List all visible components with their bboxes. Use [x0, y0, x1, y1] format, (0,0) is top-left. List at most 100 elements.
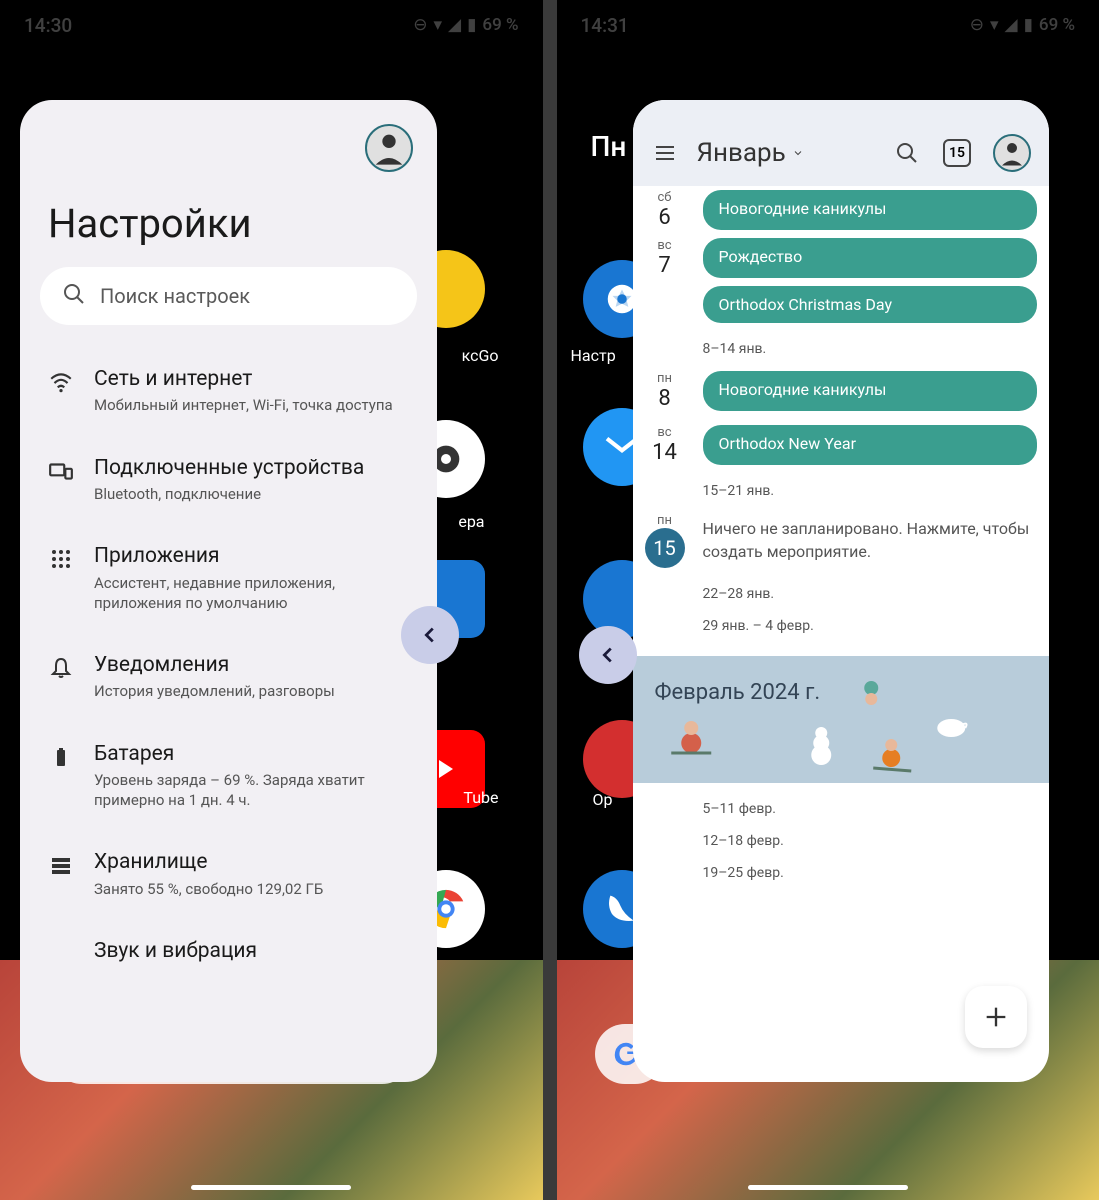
week-range-label: 15–21 янв. — [633, 469, 1050, 509]
battery-percent: 69 % — [482, 15, 518, 35]
month-label: Январь — [697, 138, 786, 168]
status-bar: 14:31 ⊖ ▾ ◢ ▮ 69 % — [557, 0, 1099, 50]
settings-item-sub: История уведомлений, разговоры — [94, 681, 411, 701]
chevron-down-icon — [792, 147, 804, 159]
page-title: Настройки — [48, 200, 409, 247]
status-time: 14:30 — [24, 14, 72, 37]
profile-avatar[interactable] — [365, 124, 413, 172]
phone-left: 14:30 ⊖ ▾ ◢ ▮ 69 % ксGo ера Tube — [0, 0, 543, 1200]
calendar-header: Январь 15 — [633, 100, 1050, 186]
settings-item-sub: Ассистент, недавние приложения, приложен… — [94, 573, 411, 614]
settings-item-connected[interactable]: Подключенные устройства Bluetooth, подкл… — [34, 436, 423, 523]
settings-item-label: Приложения — [94, 542, 411, 570]
search-icon[interactable] — [893, 139, 921, 167]
settings-item-battery[interactable]: Батарея Уровень заряда – 69 %. Заряда хв… — [34, 722, 423, 829]
event-pill[interactable]: Новогодние каникулы — [703, 190, 1038, 230]
event-pill[interactable]: Рождество — [703, 238, 1038, 278]
settings-item-label: Батарея — [94, 740, 411, 768]
search-icon — [62, 282, 86, 311]
winter-illustration — [633, 673, 1050, 783]
menu-icon[interactable] — [651, 139, 679, 167]
month-selector[interactable]: Январь — [697, 138, 876, 168]
day-of-week: вс — [641, 238, 689, 253]
bg-day-label: Пн — [591, 130, 627, 163]
calendar-day-row[interactable]: вс 7 Рождество — [633, 234, 1050, 282]
day-of-week: вс — [641, 425, 689, 440]
settings-item-sub: Занято 55 %, свободно 129,02 ГБ — [94, 879, 411, 899]
bg-app-label: Op — [593, 790, 613, 809]
week-range-label: 5–11 февр. — [633, 783, 1050, 827]
status-time: 14:31 — [581, 14, 629, 37]
settings-item-label: Хранилище — [94, 848, 411, 876]
battery-icon: ▮ — [467, 15, 476, 35]
event-pill[interactable]: Orthodox New Year — [703, 425, 1038, 465]
back-gesture-indicator[interactable] — [579, 626, 637, 684]
event-pill[interactable]: Новогодние каникулы — [703, 371, 1038, 411]
day-num: 7 — [641, 253, 689, 278]
settings-item-label: Сеть и интернет — [94, 365, 411, 393]
settings-item-label: Уведомления — [94, 651, 411, 679]
day-of-week: пн — [641, 371, 689, 386]
week-range-label: 12–18 февр. — [633, 827, 1050, 859]
profile-avatar[interactable] — [993, 134, 1031, 172]
battery-percent: 69 % — [1039, 15, 1075, 35]
day-num: 8 — [641, 386, 689, 411]
sound-icon — [46, 939, 76, 969]
bg-app-label: ера — [458, 512, 484, 531]
day-of-week: сб — [641, 190, 689, 205]
wifi-status-icon: ▾ — [990, 15, 999, 35]
bg-app-label: ксGo — [462, 346, 499, 365]
settings-item-label: Звук и вибрация — [94, 937, 411, 965]
today-button[interactable]: 15 — [943, 139, 971, 167]
signal-icon: ◢ — [448, 15, 461, 35]
week-range-label: 8–14 янв. — [633, 327, 1050, 367]
calendar-card: Январь 15 сб 6 Новог — [633, 100, 1050, 1082]
calendar-day-row[interactable]: пн 8 Новогодние каникулы — [633, 367, 1050, 415]
bg-app-label: Настр — [571, 346, 616, 365]
battery-icon: ▮ — [1024, 15, 1033, 35]
bg-app-label: Tube — [463, 788, 498, 807]
day-num: 14 — [641, 440, 689, 465]
wifi-icon — [46, 367, 76, 397]
home-indicator[interactable] — [748, 1185, 908, 1190]
devices-icon — [46, 456, 76, 486]
event-pill[interactable]: Orthodox Christmas Day — [703, 286, 1038, 323]
search-input[interactable]: Поиск настроек — [40, 267, 417, 325]
week-range-label: 22–28 янв. — [633, 572, 1050, 612]
calendar-day-row[interactable]: вс 14 Orthodox New Year — [633, 421, 1050, 469]
day-of-week: пн — [641, 513, 689, 528]
today-circle: 15 — [645, 528, 685, 568]
settings-item-sub: Мобильный интернет, Wi-Fi, точка доступа — [94, 395, 411, 415]
settings-item-apps[interactable]: Приложения Ассистент, недавние приложени… — [34, 524, 423, 631]
settings-item-storage[interactable]: Хранилище Занято 55 %, свободно 129,02 Г… — [34, 830, 423, 917]
settings-card: Настройки Поиск настроек Сеть и интернет… — [20, 100, 437, 1082]
settings-item-sub: Bluetooth, подключение — [94, 484, 411, 504]
back-gesture-indicator[interactable] — [401, 606, 459, 664]
storage-icon — [46, 850, 76, 880]
dnd-icon: ⊖ — [970, 15, 984, 35]
settings-item-sound[interactable]: Звук и вибрация — [34, 919, 423, 987]
calendar-day-row[interactable]: сб 6 Новогодние каникулы — [633, 186, 1050, 234]
wifi-status-icon: ▾ — [433, 15, 442, 35]
search-placeholder: Поиск настроек — [100, 284, 250, 308]
status-bar: 14:30 ⊖ ▾ ◢ ▮ 69 % — [0, 0, 543, 50]
bell-icon — [46, 653, 76, 683]
settings-item-notifications[interactable]: Уведомления История уведомлений, разгово… — [34, 633, 423, 720]
battery-icon — [46, 742, 76, 772]
signal-icon: ◢ — [1004, 15, 1017, 35]
next-month-banner: Февраль 2024 г. — [633, 656, 1050, 783]
dnd-icon: ⊖ — [413, 15, 427, 35]
settings-item-sub: Уровень заряда – 69 %. Заряда хватит при… — [94, 770, 411, 811]
settings-item-label: Подключенные устройства — [94, 454, 411, 482]
week-range-label: 29 янв. – 4 февр. — [633, 612, 1050, 644]
add-event-fab[interactable] — [965, 986, 1027, 1048]
calendar-today-row[interactable]: пн 15 Ничего не запланировано. Нажмите, … — [633, 509, 1050, 572]
day-num: 6 — [641, 205, 689, 230]
week-range-label: 19–25 февр. — [633, 859, 1050, 891]
settings-item-network[interactable]: Сеть и интернет Мобильный интернет, Wi-F… — [34, 347, 423, 434]
apps-icon — [46, 544, 76, 574]
empty-day-message[interactable]: Ничего не запланировано. Нажмите, чтобы … — [703, 518, 1038, 563]
home-indicator[interactable] — [191, 1185, 351, 1190]
plus-icon — [982, 1003, 1010, 1031]
calendar-day-row[interactable]: Orthodox Christmas Day — [633, 282, 1050, 327]
